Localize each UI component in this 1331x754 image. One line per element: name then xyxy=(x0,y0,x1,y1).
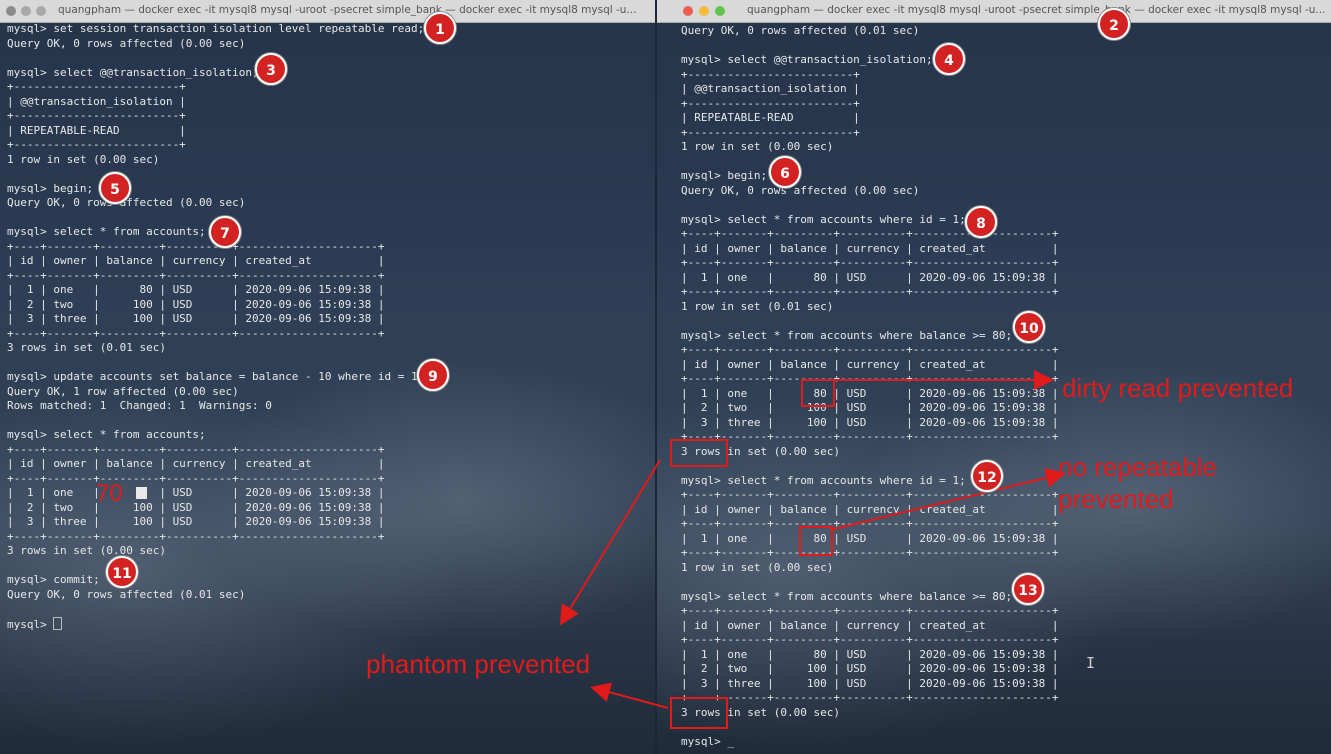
no-repeatable-label: no repeatable prevented xyxy=(1058,452,1218,514)
rows-count-highlight-box xyxy=(670,697,728,729)
phantom-arrow-down xyxy=(590,682,669,709)
step-badge-10: 10 xyxy=(1013,311,1045,343)
step-badge-12: 12 xyxy=(971,460,1003,492)
phantom-arrow-up xyxy=(559,459,661,626)
phantom-label: phantom prevented xyxy=(366,649,591,679)
step-badge-2: 2 xyxy=(1098,8,1130,40)
balance-highlight-box xyxy=(801,379,835,407)
step-badge-1: 1 xyxy=(424,12,456,44)
step-badge-4: 4 xyxy=(933,43,965,75)
step-badge-3: 3 xyxy=(255,53,287,85)
step-badge-7: 7 xyxy=(209,216,241,248)
step-badge-9: 9 xyxy=(417,359,449,391)
handwritten-value: 70 xyxy=(96,480,123,507)
step-badge-5: 5 xyxy=(99,172,131,204)
step-badge-13: 13 xyxy=(1012,573,1044,605)
no-repeatable-arrow xyxy=(829,468,1066,531)
text-cursor-icon: I xyxy=(1086,654,1096,672)
rows-count-highlight-box xyxy=(670,439,728,467)
dirty-read-label: dirty read prevented xyxy=(1062,373,1294,403)
balance-highlight-box xyxy=(799,526,833,556)
blurred-cell-overlay xyxy=(136,487,147,499)
step-badge-6: 6 xyxy=(769,156,801,188)
step-badge-11: 11 xyxy=(106,556,138,588)
step-badge-8: 8 xyxy=(965,206,997,238)
